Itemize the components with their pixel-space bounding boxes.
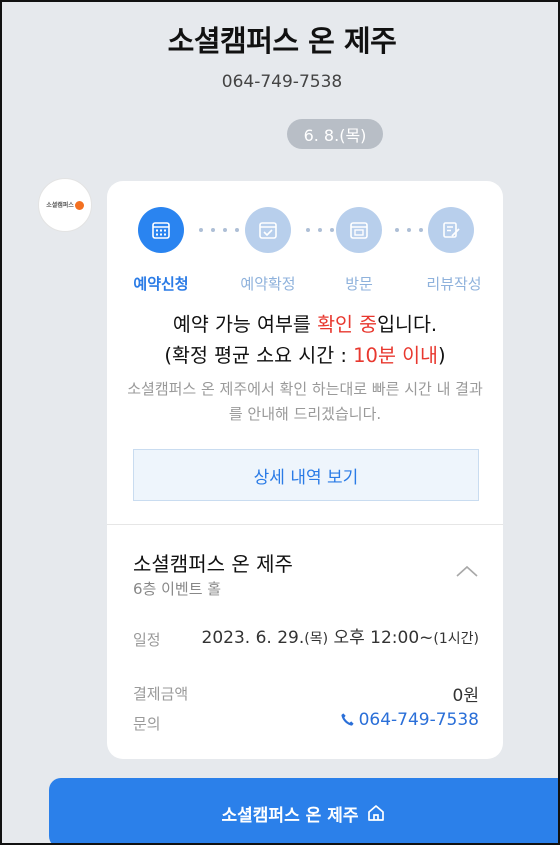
place-location: 6층 이벤트 홀 — [133, 580, 222, 598]
step-label-visit: 방문 — [345, 275, 373, 293]
schedule-value: 2023. 6. 29.(목) 오후 12:00~(1시간) — [201, 628, 479, 648]
inquiry-label: 문의 — [133, 715, 161, 733]
avatar[interactable]: 소셜캠퍼스 — [38, 178, 92, 232]
logo-dot-icon — [74, 201, 84, 210]
date-badge: 6. 8.(목) — [287, 119, 383, 149]
time-highlight: 10분 이내 — [353, 344, 438, 367]
divider — [107, 524, 503, 525]
header: 소셜캠퍼스 온 제주 064-749-7538 — [2, 18, 558, 92]
home-icon — [368, 805, 385, 821]
payment-label: 결제금액 — [133, 685, 189, 703]
calendar-icon — [138, 207, 184, 253]
step-label-confirm: 예약확정 — [240, 275, 296, 293]
edit-review-icon — [428, 207, 474, 253]
step-label-request: 예약신청 — [133, 275, 189, 293]
view-details-button[interactable]: 상세 내역 보기 — [133, 449, 479, 501]
schedule-label: 일정 — [133, 631, 161, 649]
inquiry-phone-link[interactable]: 064-749-7538 — [340, 710, 479, 730]
page-title: 소셜캠퍼스 온 제주 — [167, 24, 397, 58]
payment-value: 0원 — [452, 686, 479, 706]
step-connector — [199, 228, 239, 232]
avatar-logo: 소셜캠퍼스 — [46, 200, 84, 210]
reservation-card: 예약신청 예약확정 방문 리뷰작성 예약 가능 여부를 확인 중입니다. (확정… — [107, 181, 503, 759]
status-highlight: 확인 중 — [317, 313, 378, 336]
status-message: 예약 가능 여부를 확인 중입니다. (확정 평균 소요 시간 : 10분 이내… — [164, 313, 446, 367]
status-sub-message: 소셜캠퍼스 온 제주에서 확인 하는대로 빠른 시간 내 결과를 안내해 드리겠… — [127, 380, 483, 423]
chat-screen: 소셜캠퍼스 온 제주 064-749-7538 6. 8.(목) 소셜캠퍼스 예… — [0, 0, 560, 845]
phone-icon — [340, 713, 354, 726]
home-button[interactable]: 소셜캠퍼스 온 제주 — [49, 778, 558, 843]
chevron-up-icon[interactable] — [455, 564, 479, 578]
place-name: 소셜캠퍼스 온 제주 — [133, 552, 293, 576]
calendar-visit-icon — [336, 207, 382, 253]
progress-steps: 예약신청 예약확정 방문 리뷰작성 — [107, 207, 503, 297]
header-phone[interactable]: 064-749-7538 — [2, 72, 558, 92]
calendar-check-icon — [245, 207, 291, 253]
step-label-review: 리뷰작성 — [426, 275, 482, 293]
